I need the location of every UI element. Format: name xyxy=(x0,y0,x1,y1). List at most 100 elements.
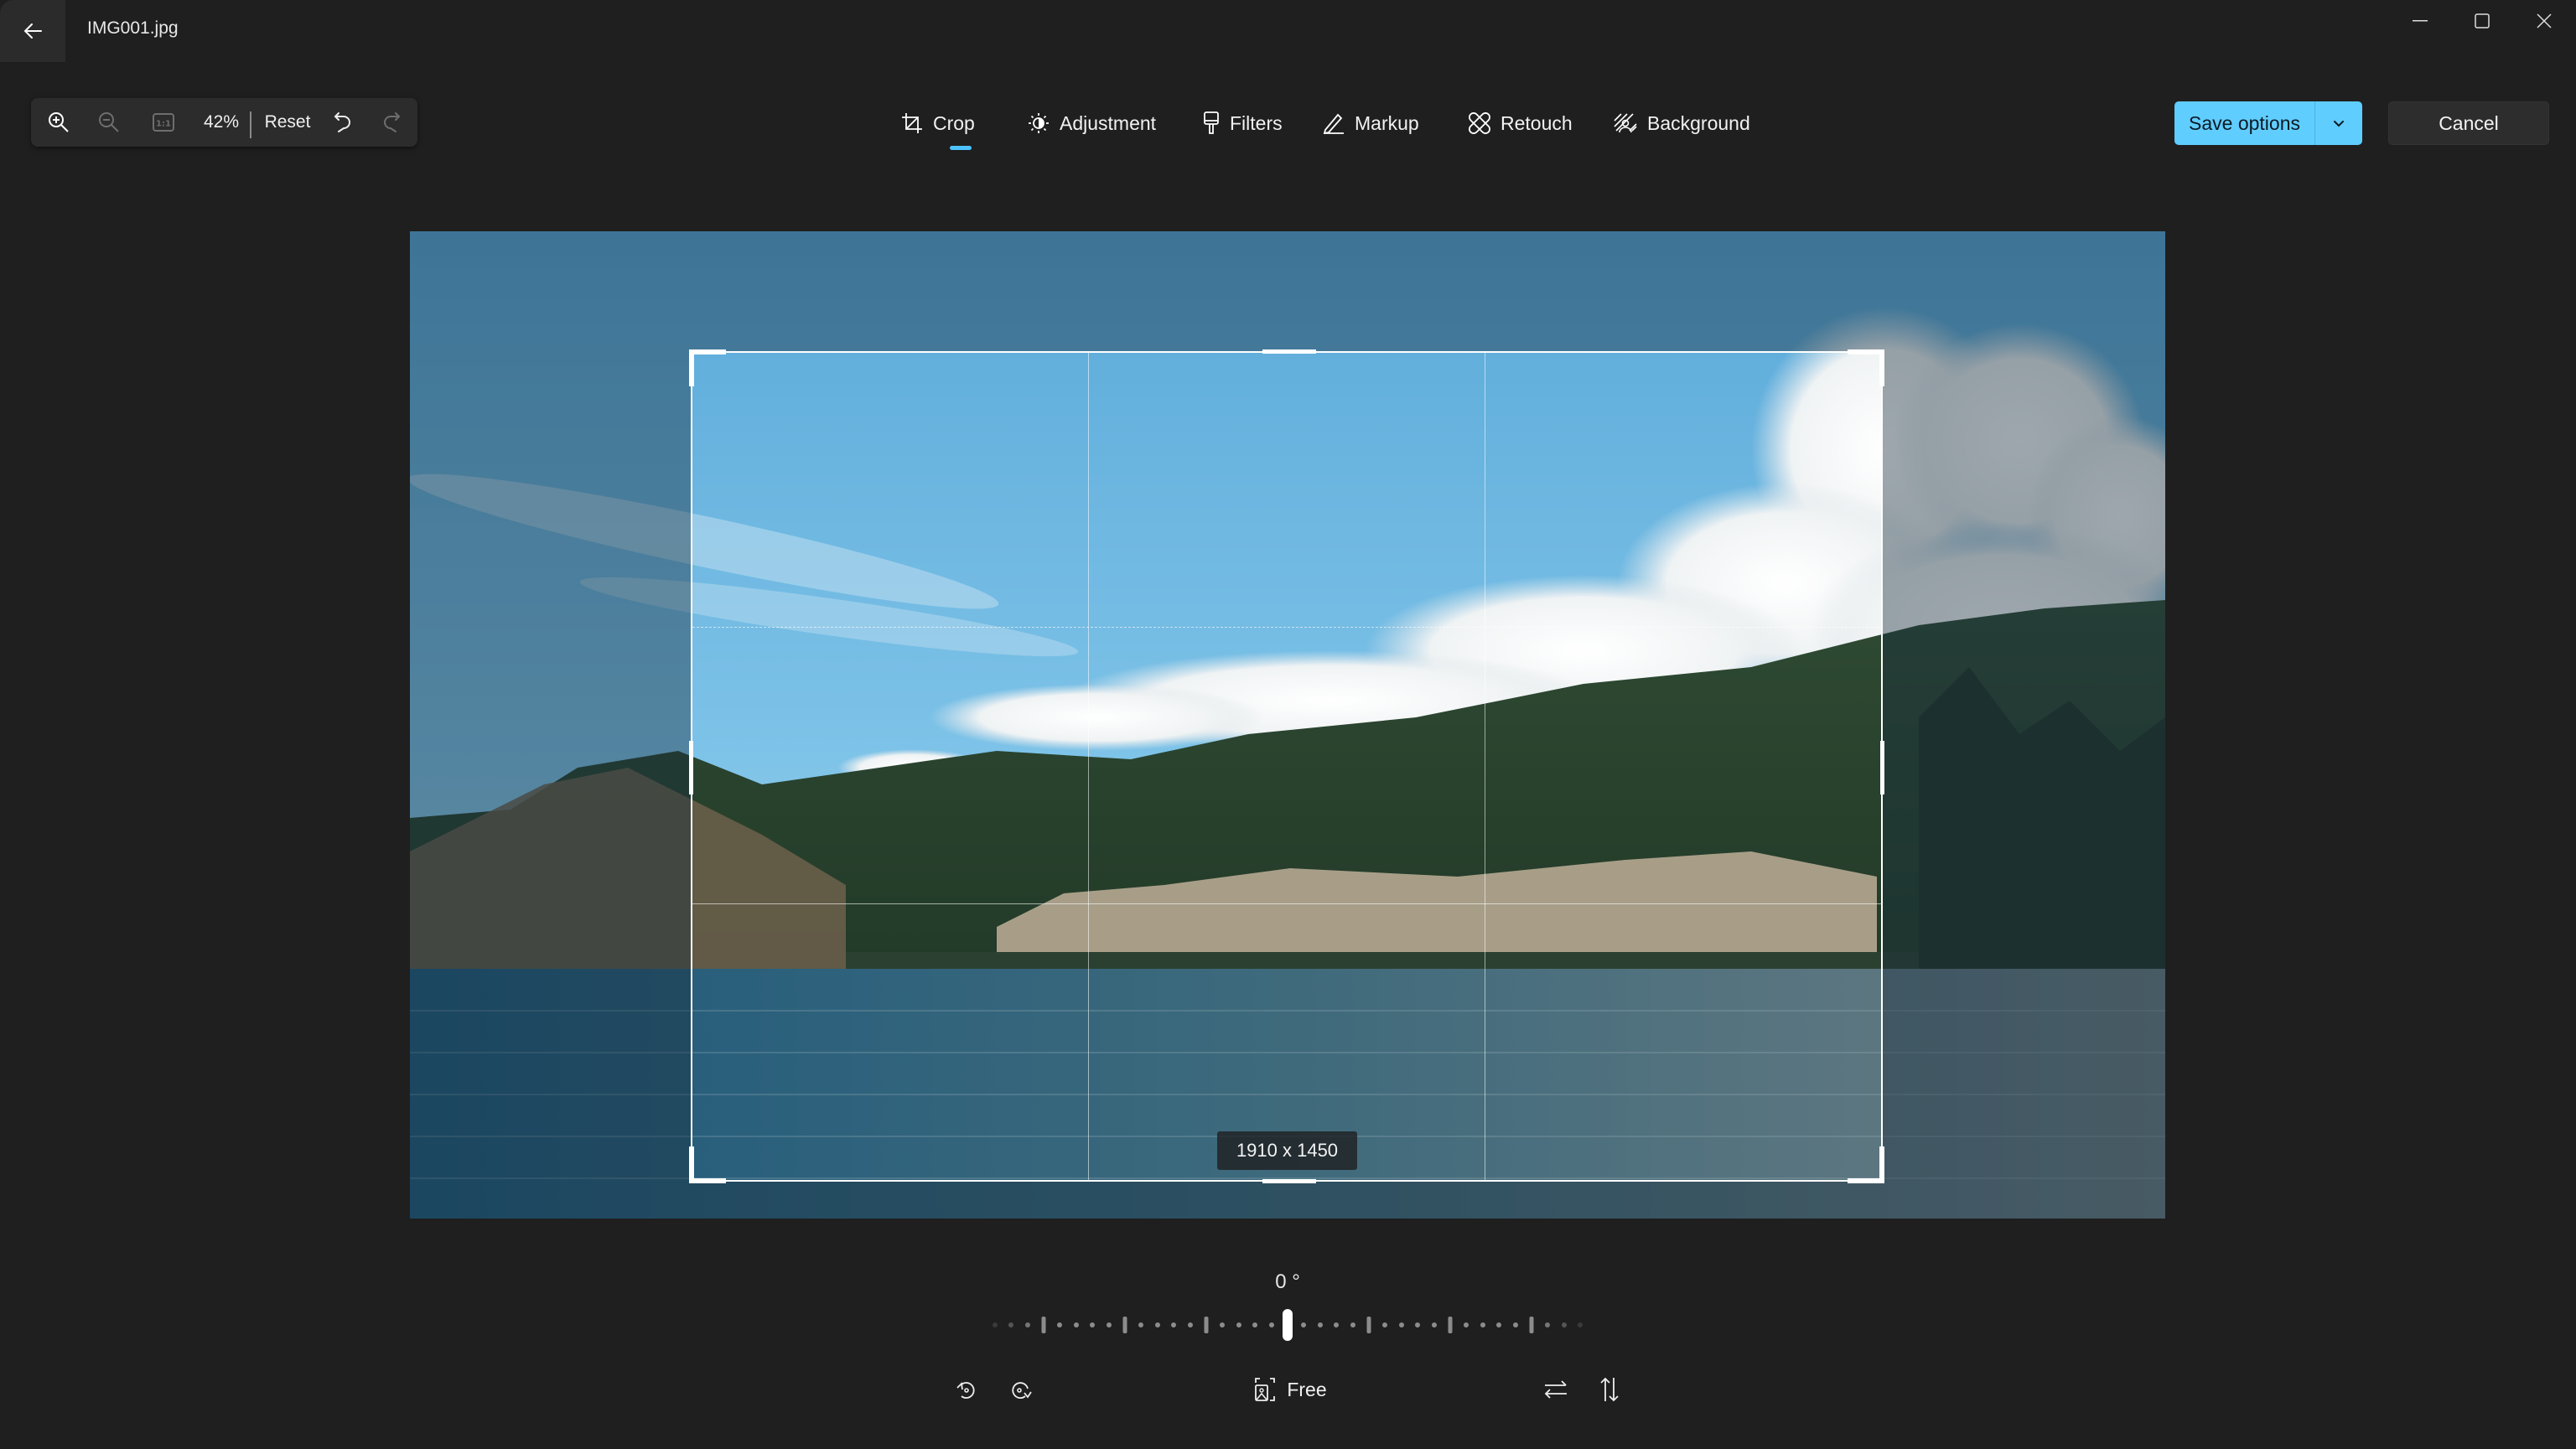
bandage-icon xyxy=(1469,112,1490,134)
zoom-in-icon xyxy=(48,111,70,133)
rotation-tick-minor xyxy=(1578,1322,1583,1327)
tab-retouch[interactable]: Retouch xyxy=(1469,105,1573,142)
tab-label: Retouch xyxy=(1501,111,1573,134)
rotation-tick-minor xyxy=(1220,1322,1226,1327)
rotation-tick-minor xyxy=(1138,1322,1144,1327)
tab-crop[interactable]: Crop xyxy=(901,105,975,142)
crop-handle-right[interactable] xyxy=(1880,741,1884,794)
crop-handle-bottom-right[interactable] xyxy=(1879,1146,1884,1183)
zoom-toolbar: 1:1 42% Reset xyxy=(31,98,417,147)
save-options-label[interactable]: Save options xyxy=(2174,101,2314,145)
flip-horizontal-button[interactable] xyxy=(1539,1371,1573,1408)
zoom-out-button[interactable] xyxy=(94,98,124,147)
rotation-tick-minor xyxy=(1057,1322,1063,1327)
rotation-tick-minor xyxy=(1431,1322,1437,1327)
crop-handle-top[interactable] xyxy=(1262,349,1316,354)
rotation-tick-major xyxy=(1366,1317,1371,1333)
cancel-button[interactable]: Cancel xyxy=(2388,101,2549,145)
redo-button[interactable] xyxy=(376,98,407,147)
rotation-tick-minor xyxy=(1512,1322,1518,1327)
save-options-button[interactable]: Save options xyxy=(2174,101,2362,145)
rotation-tick-minor xyxy=(992,1322,998,1327)
grid-line-vertical xyxy=(1088,353,1089,1180)
grid-line-horizontal xyxy=(692,903,1881,904)
reset-button[interactable]: Reset xyxy=(259,98,316,147)
rotation-tick-minor xyxy=(1334,1322,1340,1327)
rotation-tick-minor xyxy=(1415,1322,1421,1327)
brightness-icon xyxy=(1028,112,1050,134)
grid-line-horizontal xyxy=(692,627,1881,628)
rotation-tick-minor xyxy=(1382,1322,1388,1327)
redo-icon xyxy=(382,111,401,133)
rotation-tick-minor xyxy=(1024,1322,1030,1327)
toolbar-divider xyxy=(250,111,251,138)
minimize-icon xyxy=(2413,20,2428,22)
tab-background[interactable]: Background xyxy=(1614,105,1750,142)
rotation-tick-minor xyxy=(1268,1322,1274,1327)
rotation-slider[interactable] xyxy=(989,1307,1586,1343)
rotation-tick-major xyxy=(1448,1317,1453,1333)
rotation-tick-minor xyxy=(1545,1322,1551,1327)
close-button[interactable] xyxy=(2513,0,2575,42)
actual-size-button[interactable]: 1:1 xyxy=(147,98,180,147)
rotation-tick-minor xyxy=(1301,1322,1307,1327)
crop-handle-bottom-left[interactable] xyxy=(689,1178,726,1183)
maximize-icon xyxy=(2475,13,2490,28)
rotation-tick-major xyxy=(1204,1317,1209,1333)
rotation-tick-minor xyxy=(1106,1322,1112,1327)
crop-handle-top-right[interactable] xyxy=(1879,349,1884,386)
close-icon xyxy=(2537,13,2552,28)
flip-vertical-icon xyxy=(1599,1377,1620,1402)
tab-label: Filters xyxy=(1230,111,1283,134)
rotate-right-button[interactable] xyxy=(1003,1371,1037,1408)
rotate-left-button[interactable] xyxy=(950,1371,983,1408)
chevron-down-icon xyxy=(2333,120,2345,127)
crop-handle-left[interactable] xyxy=(689,741,693,794)
tab-label: Adjustment xyxy=(1060,111,1157,134)
zoom-out-icon xyxy=(98,111,120,133)
pen-icon xyxy=(1323,112,1345,134)
aspect-ratio-label: Free xyxy=(1287,1378,1327,1400)
undo-icon xyxy=(334,111,352,133)
rotation-tick-minor xyxy=(1496,1322,1502,1327)
rotation-slider-thumb[interactable] xyxy=(1283,1309,1293,1341)
crop-dimensions-badge: 1910 x 1450 xyxy=(1217,1131,1357,1170)
crop-handle-bottom[interactable] xyxy=(1262,1179,1316,1183)
aspect-ratio-icon xyxy=(1255,1378,1276,1401)
tab-filters[interactable]: Filters xyxy=(1203,105,1283,142)
rotation-tick-minor xyxy=(1561,1322,1567,1327)
tab-adjustment[interactable]: Adjustment xyxy=(1028,105,1156,142)
rotation-tick-minor xyxy=(1008,1322,1014,1327)
flip-horizontal-icon xyxy=(1544,1379,1568,1400)
crop-handle-top-left[interactable] xyxy=(689,349,726,354)
zoom-in-button[interactable] xyxy=(44,98,74,147)
crop-handle-top-left[interactable] xyxy=(689,349,694,386)
tab-markup[interactable]: Markup xyxy=(1323,105,1419,142)
rotation-tick-minor xyxy=(1236,1322,1241,1327)
rotation-tick-minor xyxy=(1398,1322,1404,1327)
svg-text:1:1: 1:1 xyxy=(156,120,171,129)
minimize-button[interactable] xyxy=(2389,0,2451,42)
rotation-tick-minor xyxy=(1350,1322,1355,1327)
window-title: IMG001.jpg xyxy=(87,18,179,38)
rotation-tick-major xyxy=(1041,1317,1046,1333)
active-tab-indicator xyxy=(950,146,972,150)
paintbrush-icon xyxy=(1203,111,1220,135)
tab-label: Background xyxy=(1647,111,1750,134)
crop-handle-bottom-left[interactable] xyxy=(689,1146,694,1183)
save-dropdown-button[interactable] xyxy=(2315,101,2362,145)
crop-frame[interactable] xyxy=(689,349,1884,1183)
rotation-angle-label: 0 ° xyxy=(1275,1270,1300,1293)
background-blur-icon xyxy=(1614,112,1637,134)
aspect-ratio-button[interactable]: Free xyxy=(1249,1371,1333,1408)
undo-button[interactable] xyxy=(328,98,358,147)
tab-label: Markup xyxy=(1355,111,1419,134)
maximize-button[interactable] xyxy=(2451,0,2513,42)
rotation-tick-minor xyxy=(1480,1322,1485,1327)
rotation-tick-minor xyxy=(1090,1322,1096,1327)
crop-icon xyxy=(901,112,923,134)
rotation-tick-major xyxy=(1122,1317,1127,1333)
back-button[interactable] xyxy=(0,0,65,62)
rotation-tick-minor xyxy=(1252,1322,1258,1327)
flip-vertical-button[interactable] xyxy=(1593,1371,1626,1408)
